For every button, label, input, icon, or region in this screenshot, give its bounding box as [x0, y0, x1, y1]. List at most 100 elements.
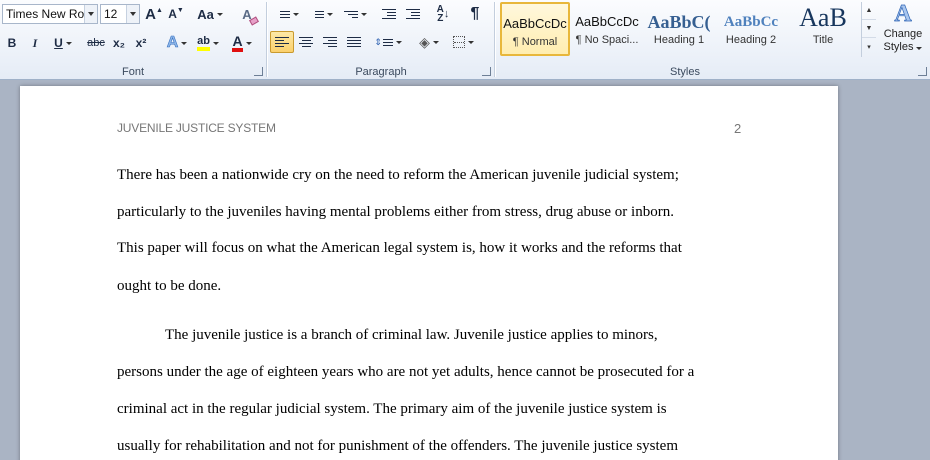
bold-icon: B: [7, 36, 17, 50]
style-heading-2-name: Heading 2: [725, 34, 777, 46]
style-title-sample: AaB: [799, 3, 847, 32]
strikethrough-icon: abc: [87, 37, 105, 49]
borders-button[interactable]: [448, 31, 478, 53]
body-line: This paper will focus on what the Americ…: [117, 240, 682, 256]
styles-dialog-launcher-icon[interactable]: [918, 67, 927, 76]
font-color-glyph: A: [232, 32, 243, 49]
ribbon: Times New Rom 12 A ▲ A ▼ Aa A B I U abc …: [0, 0, 930, 80]
shading-button[interactable]: ◈: [414, 31, 444, 53]
line-spacing-button[interactable]: ⇕: [372, 31, 404, 53]
grow-font-button[interactable]: A ▲: [144, 3, 164, 25]
change-case-icon: Aa: [197, 6, 214, 22]
bullets-button[interactable]: [272, 3, 302, 25]
font-name-combobox[interactable]: Times New Rom: [2, 4, 98, 24]
align-center-icon: [299, 35, 313, 49]
gallery-scroll-up-icon[interactable]: ▲: [862, 2, 876, 20]
style-no-spacing-name: ¶ No Spaci...: [575, 34, 639, 46]
clear-formatting-icon: A: [242, 7, 259, 26]
document-page[interactable]: JUVENILE JUSTICE SYSTEM 2 There has been…: [20, 86, 838, 460]
align-right-button[interactable]: [318, 31, 342, 53]
style-no-spacing[interactable]: AaBbCcDc ¶ No Spaci...: [572, 2, 642, 56]
style-normal-sample: AaBbCcDc: [503, 16, 567, 31]
running-header-title: JUVENILE JUSTICE SYSTEM: [117, 121, 276, 135]
change-styles-label-2: Styles: [878, 41, 928, 54]
style-title[interactable]: AaB Title: [788, 2, 858, 56]
sort-button[interactable]: A Z ↓: [432, 3, 454, 25]
paragraph-group-label: Paragraph: [355, 66, 407, 78]
change-styles-label-1: Change: [883, 28, 923, 40]
change-case-button[interactable]: Aa: [196, 3, 224, 25]
font-size-combobox[interactable]: 12: [100, 4, 140, 24]
underline-button[interactable]: U: [48, 32, 78, 54]
body-line: persons under the age of eighteen years …: [117, 364, 695, 380]
line-spacing-lines: [382, 37, 393, 48]
bullets-icon: [276, 9, 290, 20]
increase-indent-icon: [406, 7, 420, 21]
numbering-button[interactable]: [306, 3, 336, 25]
underline-icon: U: [54, 36, 63, 50]
ribbon-separator: [266, 2, 267, 77]
bold-button[interactable]: B: [2, 32, 22, 54]
font-name-dropdown-arrow[interactable]: [84, 5, 97, 23]
body-line: usually for rehabilitation and not for p…: [117, 438, 678, 454]
styles-gallery-scroll: ▲ ▼ ▾: [861, 2, 876, 57]
body-line: ought to be done.: [117, 278, 222, 294]
pilcrow-icon: ¶: [470, 5, 480, 22]
style-heading-2[interactable]: AaBbCc Heading 2: [716, 2, 786, 56]
decrease-indent-icon: [382, 7, 396, 21]
running-header-page-number: 2: [734, 121, 742, 136]
style-normal[interactable]: AaBbCcDc ¶ Normal: [500, 2, 570, 56]
body-line: particularly to the juveniles having men…: [117, 204, 674, 220]
font-color-button[interactable]: A: [228, 32, 256, 54]
paragraph-dialog-launcher-icon[interactable]: [482, 67, 491, 76]
font-group-label: Font: [121, 66, 144, 78]
ribbon-separator: [494, 2, 495, 77]
show-formatting-marks-button[interactable]: ¶: [464, 3, 486, 25]
subscript-icon: x₂: [112, 36, 125, 50]
shrink-font-icon: A: [168, 7, 177, 21]
decrease-indent-button[interactable]: [378, 3, 400, 25]
italic-button[interactable]: I: [25, 32, 45, 54]
style-normal-name: ¶ Normal: [512, 36, 558, 48]
body-line: There has been a nationwide cry on the n…: [117, 167, 679, 183]
subscript-button[interactable]: x₂: [109, 32, 129, 54]
font-size-dropdown-arrow[interactable]: [126, 5, 139, 23]
multilevel-list-icon: [343, 9, 358, 20]
shrink-font-button[interactable]: A ▼: [166, 3, 186, 25]
style-heading-1[interactable]: AaBbC( Heading 1: [644, 2, 714, 56]
style-heading-1-name: Heading 1: [653, 34, 705, 46]
font-size-value: 12: [104, 7, 118, 21]
clear-formatting-button[interactable]: A: [236, 3, 259, 26]
align-left-icon: [275, 35, 289, 49]
body-line: criminal act in the regular judicial sys…: [117, 401, 667, 417]
change-styles-icon: A: [894, 1, 912, 28]
align-left-button[interactable]: [270, 31, 294, 53]
styles-group-label: Styles: [670, 66, 700, 78]
gallery-more-icon[interactable]: ▾: [862, 38, 876, 56]
font-name-value: Times New Rom: [6, 7, 95, 21]
increase-indent-button[interactable]: [402, 3, 424, 25]
align-center-button[interactable]: [294, 31, 318, 53]
change-styles-button[interactable]: A Change Styles: [878, 0, 928, 62]
font-dialog-launcher-icon[interactable]: [254, 67, 263, 76]
superscript-icon: x²: [135, 36, 147, 50]
style-heading-2-sample: AaBbCc: [723, 14, 779, 30]
highlight-icon: ab: [197, 35, 210, 51]
strikethrough-button[interactable]: abc: [84, 32, 108, 54]
highlight-button[interactable]: ab: [194, 32, 222, 54]
superscript-button[interactable]: x²: [131, 32, 151, 54]
justify-icon: [347, 35, 361, 49]
sort-icon: AZ: [436, 4, 444, 24]
grow-font-icon: A: [145, 5, 156, 23]
multilevel-list-button[interactable]: [340, 3, 370, 25]
text-effects-icon: A: [166, 34, 179, 52]
numbering-icon: [310, 9, 324, 20]
style-title-name: Title: [812, 34, 834, 46]
justify-button[interactable]: [342, 31, 366, 53]
align-right-icon: [323, 35, 337, 49]
gallery-scroll-down-icon[interactable]: ▼: [862, 20, 876, 38]
borders-icon: [452, 36, 465, 48]
font-group: Times New Rom 12 A ▲ A ▼ Aa A B I U abc …: [0, 0, 266, 79]
text-effects-button[interactable]: A: [164, 32, 190, 54]
line-spacing-icon: ⇕: [374, 36, 382, 47]
